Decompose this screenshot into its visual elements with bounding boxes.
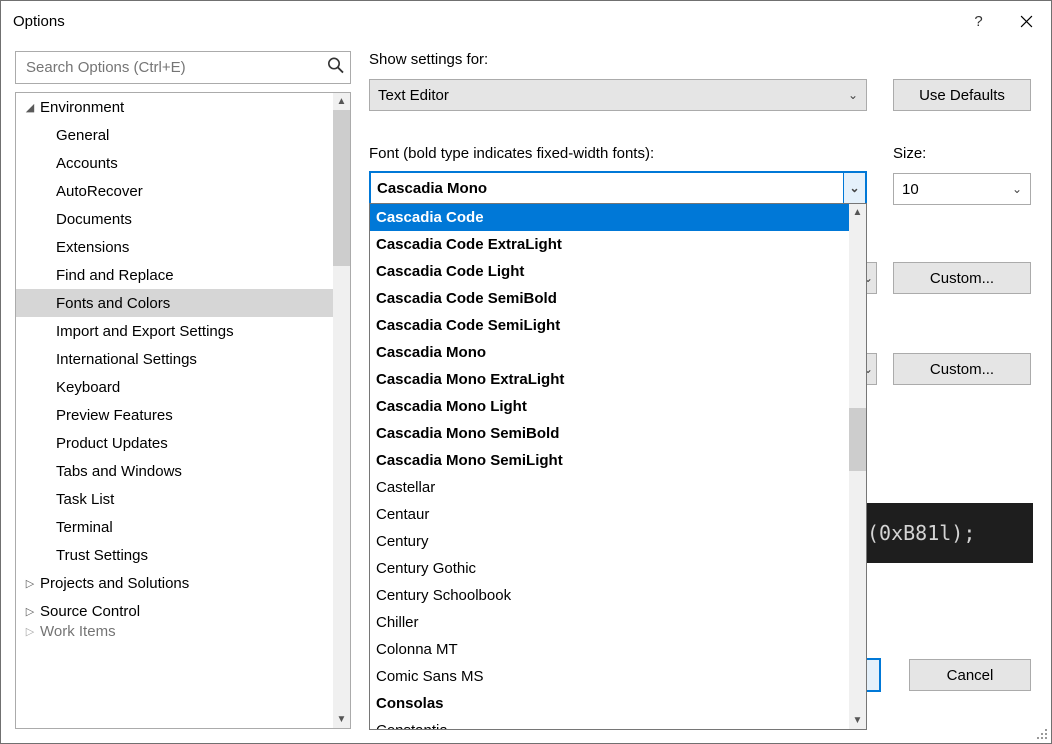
tree-item-preview-features[interactable]: Preview Features <box>16 401 333 429</box>
cancel-button[interactable]: Cancel <box>909 659 1031 691</box>
tree-item-autorecover[interactable]: AutoRecover <box>16 177 333 205</box>
scroll-up-icon[interactable]: ▲ <box>333 93 350 110</box>
size-combo[interactable]: 10 ⌄ <box>893 173 1031 205</box>
font-option[interactable]: Century <box>370 528 849 555</box>
font-option[interactable]: Castellar <box>370 474 849 501</box>
custom-button-2[interactable]: Custom... <box>893 353 1031 385</box>
tree-item-accounts[interactable]: Accounts <box>16 149 333 177</box>
show-settings-combo[interactable]: Text Editor ⌄ <box>369 79 867 111</box>
font-option[interactable]: Centaur <box>370 501 849 528</box>
tree-toggle-icon: ◢ <box>22 101 38 114</box>
font-option[interactable]: Cascadia Code SemiLight <box>370 312 849 339</box>
close-button[interactable] <box>1001 6 1051 36</box>
font-option[interactable]: Century Schoolbook <box>370 582 849 609</box>
font-option[interactable]: Cascadia Code <box>370 204 849 231</box>
sample-preview: (0xB81l); <box>863 503 1033 563</box>
font-option[interactable]: Cascadia Mono SemiLight <box>370 447 849 474</box>
tree-item-task-list[interactable]: Task List <box>16 485 333 513</box>
size-label: Size: <box>893 145 926 162</box>
font-option[interactable]: Colonna MT <box>370 636 849 663</box>
tree-item-import-and-export-settings[interactable]: Import and Export Settings <box>16 317 333 345</box>
font-dropdown: Cascadia CodeCascadia Code ExtraLightCas… <box>369 203 867 730</box>
tree-item-projects-and-solutions[interactable]: ▷Projects and Solutions <box>16 569 333 597</box>
size-value: 10 <box>902 181 919 198</box>
scroll-down-icon[interactable]: ▼ <box>333 711 350 728</box>
font-option[interactable]: Cascadia Mono ExtraLight <box>370 366 849 393</box>
dropdown-scrollbar[interactable]: ▲ ▼ <box>849 204 866 729</box>
search-box[interactable] <box>15 51 351 84</box>
tree-item-general[interactable]: General <box>16 121 333 149</box>
scroll-down-icon[interactable]: ▼ <box>849 712 866 729</box>
font-option[interactable]: Cascadia Code Light <box>370 258 849 285</box>
tree-item-product-updates[interactable]: Product Updates <box>16 429 333 457</box>
chevron-down-icon: ⌄ <box>848 88 858 102</box>
font-combo-value: Cascadia Mono <box>377 180 487 197</box>
show-settings-label: Show settings for: <box>369 51 488 68</box>
options-tree: ◢EnvironmentGeneralAccountsAutoRecoverDo… <box>15 92 351 729</box>
font-label: Font (bold type indicates fixed-width fo… <box>369 145 654 162</box>
font-option[interactable]: Constantia <box>370 717 849 729</box>
search-icon <box>327 56 344 78</box>
scroll-thumb[interactable] <box>333 110 350 266</box>
font-option[interactable]: Comic Sans MS <box>370 663 849 690</box>
font-option[interactable]: Cascadia Mono Light <box>370 393 849 420</box>
tree-item-fonts-and-colors[interactable]: Fonts and Colors <box>16 289 333 317</box>
tree-item-tabs-and-windows[interactable]: Tabs and Windows <box>16 457 333 485</box>
right-pane: Show settings for: Text Editor ⌄ Use Def… <box>369 51 1037 729</box>
font-option[interactable]: Cascadia Mono SemiBold <box>370 420 849 447</box>
help-button[interactable]: ? <box>956 6 1001 36</box>
tree-item-documents[interactable]: Documents <box>16 205 333 233</box>
tree-toggle-icon: ▷ <box>22 577 38 590</box>
show-settings-value: Text Editor <box>378 87 449 104</box>
scroll-up-icon[interactable]: ▲ <box>849 204 866 221</box>
font-dropdown-list[interactable]: Cascadia CodeCascadia Code ExtraLightCas… <box>370 204 849 729</box>
tree-item-work-items[interactable]: ▷Work Items <box>16 617 333 645</box>
search-input[interactable] <box>24 58 316 77</box>
font-option[interactable]: Chiller <box>370 609 849 636</box>
tree-item-terminal[interactable]: Terminal <box>16 513 333 541</box>
font-combo[interactable]: Cascadia Mono ⌄ <box>369 171 867 205</box>
chevron-down-icon: ⌄ <box>849 181 859 195</box>
tree-item-keyboard[interactable]: Keyboard <box>16 373 333 401</box>
tree-item-international-settings[interactable]: International Settings <box>16 345 333 373</box>
tree-item-environment[interactable]: ◢Environment <box>16 93 333 121</box>
tree-toggle-icon: ▷ <box>22 605 38 618</box>
chevron-down-icon: ⌄ <box>1012 182 1022 196</box>
font-option[interactable]: Cascadia Code ExtraLight <box>370 231 849 258</box>
resize-grip-icon[interactable] <box>1035 727 1049 741</box>
font-option[interactable]: Cascadia Mono <box>370 339 849 366</box>
tree-item-find-and-replace[interactable]: Find and Replace <box>16 261 333 289</box>
left-pane: ◢EnvironmentGeneralAccountsAutoRecoverDo… <box>15 51 351 729</box>
tree-scrollbar[interactable]: ▲ ▼ <box>333 93 350 728</box>
tree-toggle-icon: ▷ <box>22 625 38 638</box>
font-option[interactable]: Consolas <box>370 690 849 717</box>
tree-item-trust-settings[interactable]: Trust Settings <box>16 541 333 569</box>
font-option[interactable]: Cascadia Code SemiBold <box>370 285 849 312</box>
tree-item-extensions[interactable]: Extensions <box>16 233 333 261</box>
font-combo-dropdown-button[interactable]: ⌄ <box>843 173 865 203</box>
use-defaults-button[interactable]: Use Defaults <box>893 79 1031 111</box>
window-title: Options <box>13 13 65 30</box>
scroll-thumb[interactable] <box>849 408 866 472</box>
custom-button-1[interactable]: Custom... <box>893 262 1031 294</box>
options-dialog: Options ? ◢EnvironmentGeneralAccountsAut… <box>0 0 1052 744</box>
font-option[interactable]: Century Gothic <box>370 555 849 582</box>
close-icon <box>1020 15 1033 28</box>
titlebar: Options ? <box>1 1 1051 41</box>
